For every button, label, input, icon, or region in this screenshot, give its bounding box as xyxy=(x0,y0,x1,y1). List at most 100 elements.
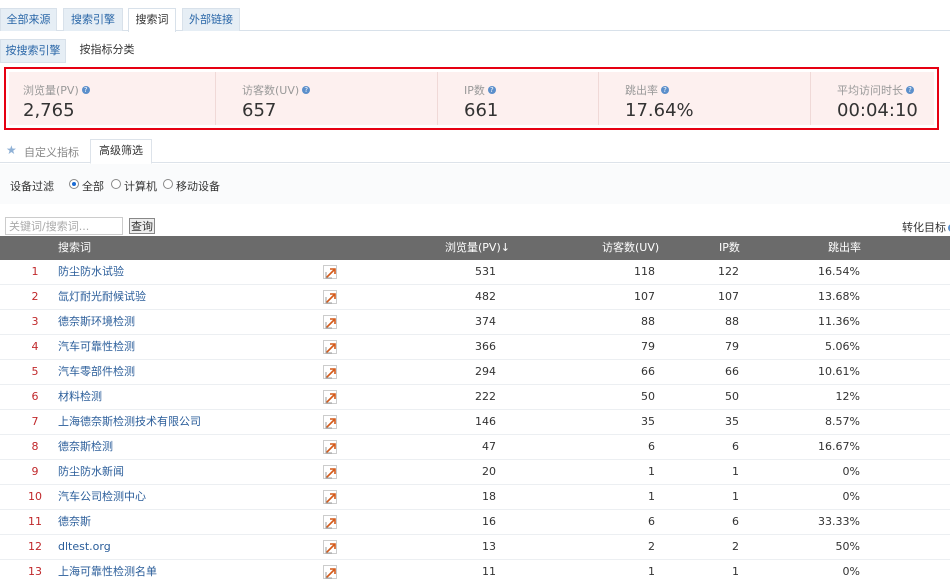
cell-uv: 66 xyxy=(641,365,655,378)
header-pv[interactable]: 浏览量(PV)↓ xyxy=(445,236,510,260)
external-link-icon[interactable] xyxy=(323,540,337,554)
table-row: 5 汽车零部件检测 294 66 66 10.61% xyxy=(0,360,950,385)
cell-ip: 122 xyxy=(718,265,739,278)
cell-uv: 79 xyxy=(641,340,655,353)
external-link-icon[interactable] xyxy=(323,515,337,529)
keyword-search-input[interactable] xyxy=(5,217,123,235)
cell-pv: 47 xyxy=(482,440,496,453)
external-link-icon[interactable] xyxy=(323,465,337,479)
row-index: 6 xyxy=(31,390,39,403)
help-icon[interactable]: ? xyxy=(906,86,914,94)
header-keyword[interactable]: 搜索词 xyxy=(58,236,91,260)
help-icon[interactable]: ? xyxy=(81,86,90,94)
cell-ip: 35 xyxy=(725,415,739,428)
cell-ip: 88 xyxy=(725,315,739,328)
custom-metrics-link[interactable]: 自定义指标 xyxy=(24,144,79,160)
radio-mobile[interactable] xyxy=(163,179,173,189)
keyword-link[interactable]: 防尘防水试验 xyxy=(58,260,124,284)
tab-external-links[interactable]: 外部链接 xyxy=(182,8,240,31)
cell-bounce: 13.68% xyxy=(818,290,860,303)
external-link-icon[interactable] xyxy=(323,315,337,329)
tab-by-metric[interactable]: 按指标分类 xyxy=(72,39,142,63)
stat-value: 657 xyxy=(242,100,277,121)
external-link-icon[interactable] xyxy=(323,415,337,429)
help-icon[interactable]: ? xyxy=(661,86,669,94)
cell-pv: 20 xyxy=(482,465,496,478)
cell-pv: 18 xyxy=(482,490,496,503)
cell-pv: 146 xyxy=(475,415,496,428)
cell-ip: 6 xyxy=(732,515,739,528)
keyword-link[interactable]: 德奈斯 xyxy=(58,510,91,534)
help-icon[interactable]: ? xyxy=(302,86,311,94)
tab-advanced-filter[interactable]: 高级筛选 xyxy=(90,139,152,164)
stat-value: 2,765 xyxy=(23,100,75,121)
table-row: 10 汽车公司检测中心 18 1 1 0% xyxy=(0,485,950,510)
tab-all-sources[interactable]: 全部来源 xyxy=(0,8,57,31)
table-row: 8 德奈斯检测 47 6 6 16.67% xyxy=(0,435,950,460)
keyword-link[interactable]: 上海可靠性检测名单 xyxy=(58,560,157,582)
cell-ip: 1 xyxy=(732,565,739,578)
radio-computer[interactable] xyxy=(111,179,121,189)
cell-ip: 6 xyxy=(732,440,739,453)
table-row: 1 防尘防水试验 531 118 122 16.54% xyxy=(0,260,950,285)
cell-bounce: 16.67% xyxy=(818,440,860,453)
keyword-link[interactable]: dltest.org xyxy=(58,535,111,559)
cell-pv: 294 xyxy=(475,365,496,378)
cell-pv: 11 xyxy=(482,565,496,578)
cell-bounce: 0% xyxy=(842,490,860,503)
stat-label: 跳出率 xyxy=(625,84,658,97)
external-link-icon[interactable] xyxy=(323,365,337,379)
cell-bounce: 5.06% xyxy=(825,340,860,353)
keyword-link[interactable]: 汽车可靠性检测 xyxy=(58,335,135,359)
table-row: 4 汽车可靠性检测 366 79 79 5.06% xyxy=(0,335,950,360)
header-ip[interactable]: IP数 xyxy=(719,236,740,260)
keyword-link[interactable]: 汽车公司检测中心 xyxy=(58,485,146,509)
stat-bounce-rate: 跳出率? 17.64% xyxy=(599,72,811,125)
header-uv[interactable]: 访客数(UV) xyxy=(602,236,659,260)
external-link-icon[interactable] xyxy=(323,440,337,454)
radio-label-all[interactable]: 全部 xyxy=(82,178,104,194)
keyword-link[interactable]: 氙灯耐光耐候试验 xyxy=(58,285,146,309)
cell-ip: 2 xyxy=(732,540,739,553)
conversion-goal[interactable]: 转化目标 xyxy=(902,219,950,235)
table-row: 12 dltest.org 13 2 2 50% xyxy=(0,535,950,560)
header-bounce[interactable]: 跳出率 xyxy=(828,236,861,260)
cell-uv: 1 xyxy=(648,565,655,578)
cell-pv: 222 xyxy=(475,390,496,403)
radio-label-computer[interactable]: 计算机 xyxy=(124,178,157,194)
cell-pv: 374 xyxy=(475,315,496,328)
keyword-link[interactable]: 德奈斯检测 xyxy=(58,435,113,459)
external-link-icon[interactable] xyxy=(323,390,337,404)
tab-search-engine[interactable]: 搜索引擎 xyxy=(63,8,123,31)
query-button[interactable]: 查询 xyxy=(129,218,155,234)
source-tabs: 全部来源 搜索引擎 搜索词 外部链接 xyxy=(0,8,950,32)
cell-uv: 107 xyxy=(634,290,655,303)
cell-bounce: 8.57% xyxy=(825,415,860,428)
sub-tabs: 按搜索引擎 按指标分类 xyxy=(0,39,950,63)
keyword-link[interactable]: 德奈斯环境检测 xyxy=(58,310,135,334)
radio-label-mobile[interactable]: 移动设备 xyxy=(176,178,220,194)
external-link-icon[interactable] xyxy=(323,290,337,304)
external-link-icon[interactable] xyxy=(323,490,337,504)
stat-label: 平均访问时长 xyxy=(837,84,903,97)
cell-bounce: 0% xyxy=(842,465,860,478)
keyword-link[interactable]: 防尘防水新闻 xyxy=(58,460,124,484)
external-link-icon[interactable] xyxy=(323,565,337,579)
tab-by-search-engine[interactable]: 按搜索引擎 xyxy=(0,39,66,63)
table-row: 13 上海可靠性检测名单 11 1 1 0% xyxy=(0,560,950,582)
keyword-link[interactable]: 上海德奈斯检测技术有限公司 xyxy=(58,410,201,434)
cell-uv: 1 xyxy=(648,490,655,503)
row-index: 10 xyxy=(28,490,42,503)
cell-bounce: 11.36% xyxy=(818,315,860,328)
cell-ip: 1 xyxy=(732,465,739,478)
external-link-icon[interactable] xyxy=(323,340,337,354)
tab-search-terms[interactable]: 搜索词 xyxy=(128,8,176,32)
help-icon[interactable]: ? xyxy=(487,86,496,94)
keyword-link[interactable]: 材料检测 xyxy=(58,385,102,409)
table-row: 6 材料检测 222 50 50 12% xyxy=(0,385,950,410)
cell-ip: 79 xyxy=(725,340,739,353)
radio-all[interactable] xyxy=(69,179,79,189)
external-link-icon[interactable] xyxy=(323,265,337,279)
keyword-link[interactable]: 汽车零部件检测 xyxy=(58,360,135,384)
cell-pv: 366 xyxy=(475,340,496,353)
